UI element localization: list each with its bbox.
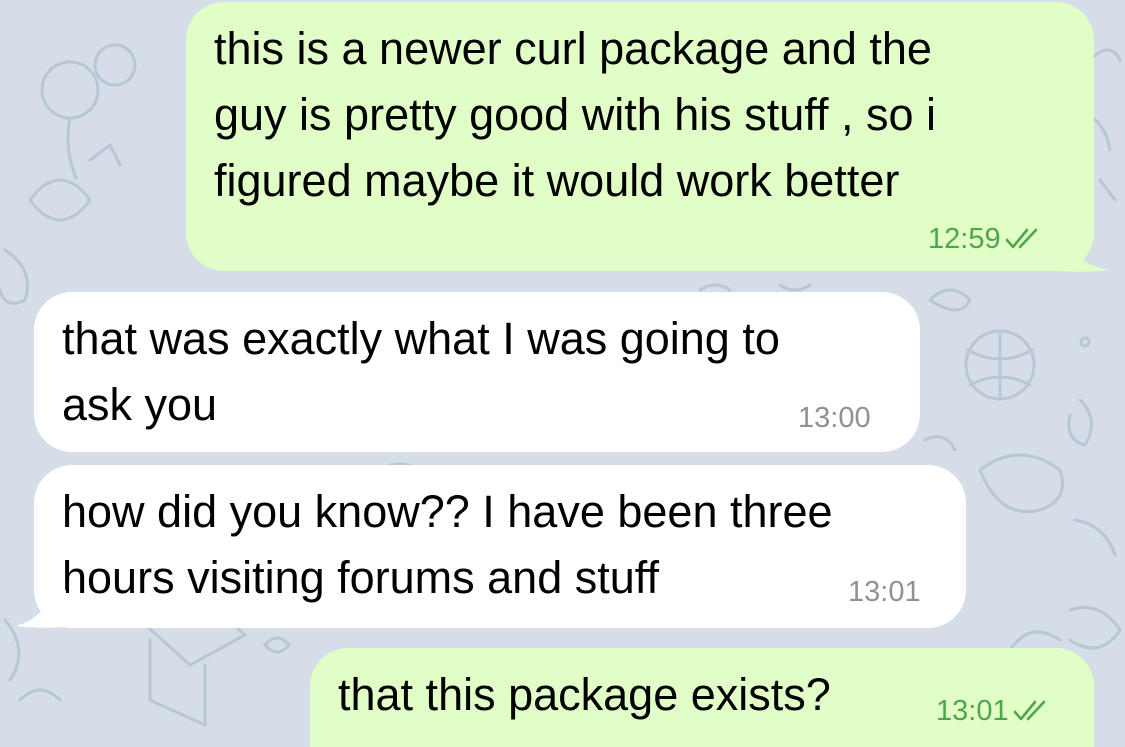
message-meta: 13:00 [798, 401, 871, 435]
message-text: that was exactly what I was going to ask… [62, 313, 780, 430]
message-meta: 12:59 [928, 222, 1043, 256]
message-text: how did you know?? I have been three hou… [62, 486, 833, 603]
message-bubble-incoming[interactable]: that was exactly what I was going to ask… [34, 292, 920, 452]
double-check-icon [1005, 228, 1043, 250]
message-time: 12:59 [928, 223, 1001, 255]
message-bubble-outgoing[interactable]: this is a newer curl package and the guy… [186, 2, 1094, 271]
bubble-tail [16, 590, 66, 628]
message-bubble-outgoing[interactable]: that this package exists? 13:01 [310, 648, 1094, 747]
message-time: 13:01 [936, 695, 1009, 727]
message-list[interactable]: this is a newer curl package and the guy… [0, 0, 1125, 747]
message-text: that this package exists? [338, 669, 831, 720]
message-meta: 13:01 [848, 575, 921, 609]
message-meta: 13:01 [936, 694, 1051, 728]
message-time: 13:00 [798, 402, 871, 434]
bubble-tail [1056, 238, 1108, 272]
message-time: 13:01 [848, 576, 921, 608]
message-bubble-incoming[interactable]: how did you know?? I have been three hou… [34, 465, 966, 628]
message-text: this is a newer curl package and the guy… [214, 23, 937, 206]
double-check-icon [1013, 700, 1051, 722]
